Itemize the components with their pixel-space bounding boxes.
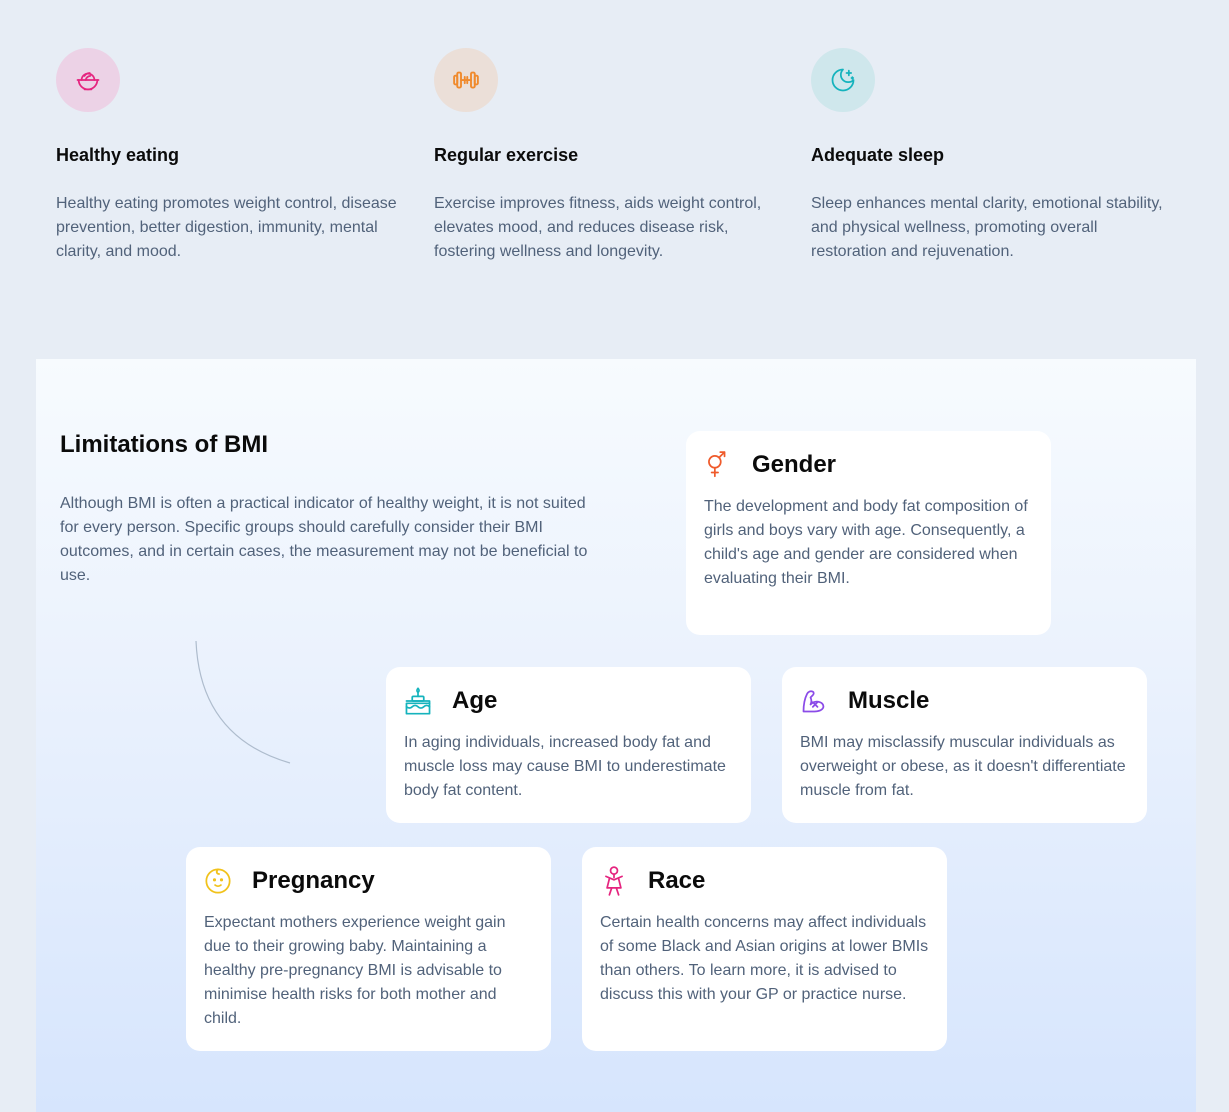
card-title: Muscle — [848, 687, 930, 714]
card-text: Expectant mothers experience weight gain… — [204, 914, 506, 1027]
moon-stars-icon — [811, 48, 875, 112]
card-text: In aging individuals, increased body fat… — [404, 734, 726, 799]
tip-healthy-eating: Healthy eating Healthy eating promotes w… — [56, 48, 416, 260]
card-title: Pregnancy — [252, 867, 375, 894]
tip-title: Adequate sleep — [811, 145, 945, 165]
gender-icon — [704, 449, 736, 481]
page: Healthy eating Healthy eating promotes w… — [0, 0, 1229, 1112]
tip-text: Sleep enhances mental clarity, emotional… — [811, 195, 1163, 260]
card-text: The development and body fat composition… — [704, 498, 1028, 587]
tip-regular-exercise: Regular exercise Exercise improves fitne… — [434, 48, 794, 260]
limitation-card-muscle: Muscle BMI may misclassify muscular indi… — [782, 667, 1147, 823]
tip-text: Healthy eating promotes weight control, … — [56, 195, 397, 260]
card-title: Age — [452, 687, 498, 714]
limitation-card-race: Race Certain health concerns may affect … — [582, 847, 947, 1051]
section-description: Although BMI is often a practical indica… — [60, 495, 588, 584]
person-icon — [600, 865, 632, 897]
dumbbell-icon — [434, 48, 498, 112]
tip-adequate-sleep: Adequate sleep Sleep enhances mental cla… — [811, 48, 1171, 260]
tip-title: Healthy eating — [56, 145, 180, 165]
limitation-card-pregnancy: Pregnancy Expectant mothers experience w… — [186, 847, 551, 1051]
card-text: Certain health concerns may affect indiv… — [600, 914, 929, 1003]
section-title: Limitations of BMI — [60, 431, 268, 458]
tip-text: Exercise improves fitness, aids weight c… — [434, 195, 762, 260]
decorative-arc — [195, 640, 291, 764]
limitation-card-age: Age In aging individuals, increased body… — [386, 667, 751, 823]
flexed-arm-icon — [800, 685, 832, 717]
salad-bowl-icon — [56, 48, 120, 112]
tip-title: Regular exercise — [434, 145, 579, 165]
card-text: BMI may misclassify muscular individuals… — [800, 734, 1126, 799]
card-title: Gender — [752, 451, 837, 478]
limitations-section: Limitations of BMI Although BMI is often… — [36, 359, 1196, 1112]
limitation-card-gender: Gender The development and body fat comp… — [686, 431, 1051, 635]
baby-face-icon — [204, 865, 236, 897]
card-title: Race — [648, 867, 706, 894]
birthday-cake-icon — [404, 685, 436, 717]
